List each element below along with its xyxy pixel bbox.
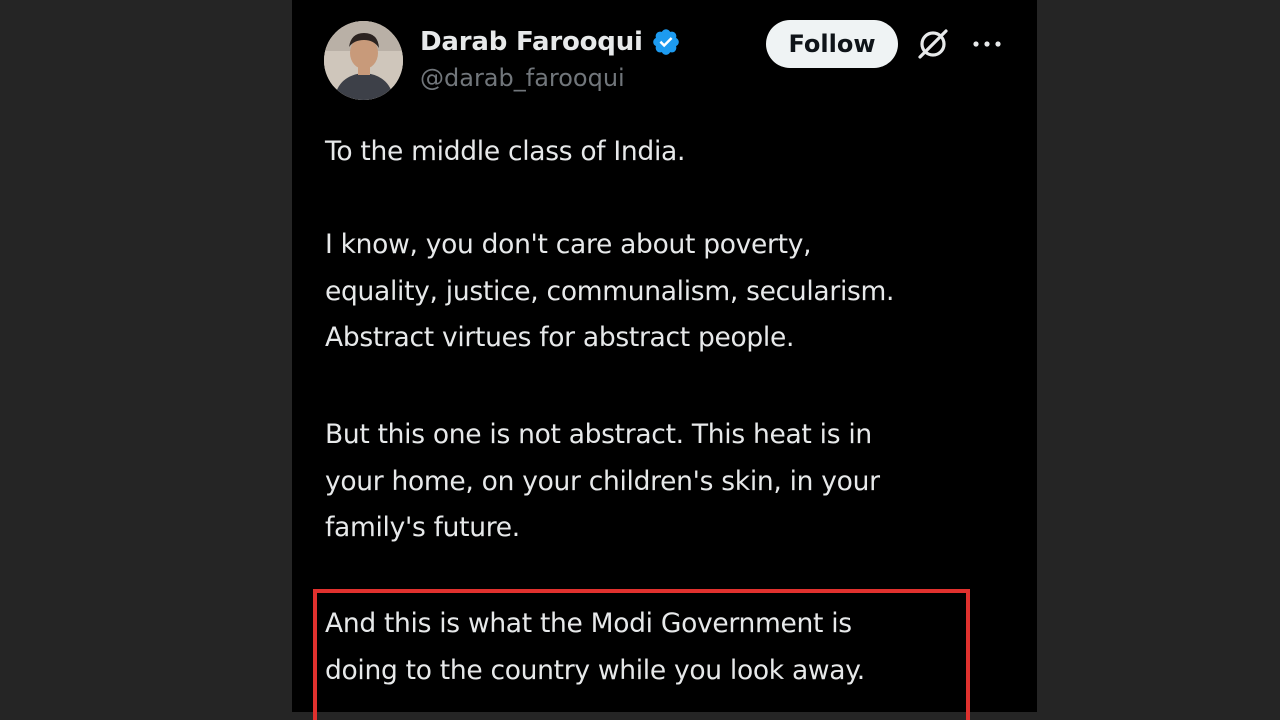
- screenshot-stage: Darab Farooqui @darab_farooqui Follow To…: [0, 0, 1280, 720]
- tweet-text-line: equality, justice, communalism, seculari…: [325, 275, 895, 307]
- tweet-text-line: I know, you don't care about poverty,: [325, 229, 812, 260]
- more-options-icon[interactable]: [970, 30, 1004, 58]
- tweet-paragraph-2: I know, you don't care about poverty, eq…: [325, 222, 1015, 362]
- follow-button[interactable]: Follow: [766, 20, 898, 68]
- tweet-text-line: But this one is not abstract. This heat …: [325, 419, 872, 450]
- grok-icon[interactable]: [914, 25, 952, 63]
- red-highlight-box: [313, 589, 970, 720]
- author-handle[interactable]: @darab_farooqui: [420, 64, 625, 92]
- tweet-text-line: To the middle class of India.: [325, 136, 686, 167]
- tweet-paragraph-3: But this one is not abstract. This heat …: [325, 412, 1015, 552]
- tweet-text-line: Abstract virtues for abstract people.: [325, 322, 795, 353]
- verified-badge-icon: [651, 27, 681, 57]
- avatar[interactable]: [324, 21, 403, 100]
- author-display-name[interactable]: Darab Farooqui: [420, 27, 643, 57]
- author-name-row: Darab Farooqui: [420, 24, 681, 60]
- tweet-text-line: your home, on your children's skin, in y…: [325, 465, 880, 497]
- tweet-text-line: family's future.: [325, 512, 520, 543]
- tweet-paragraph-1: To the middle class of India.: [325, 129, 1015, 176]
